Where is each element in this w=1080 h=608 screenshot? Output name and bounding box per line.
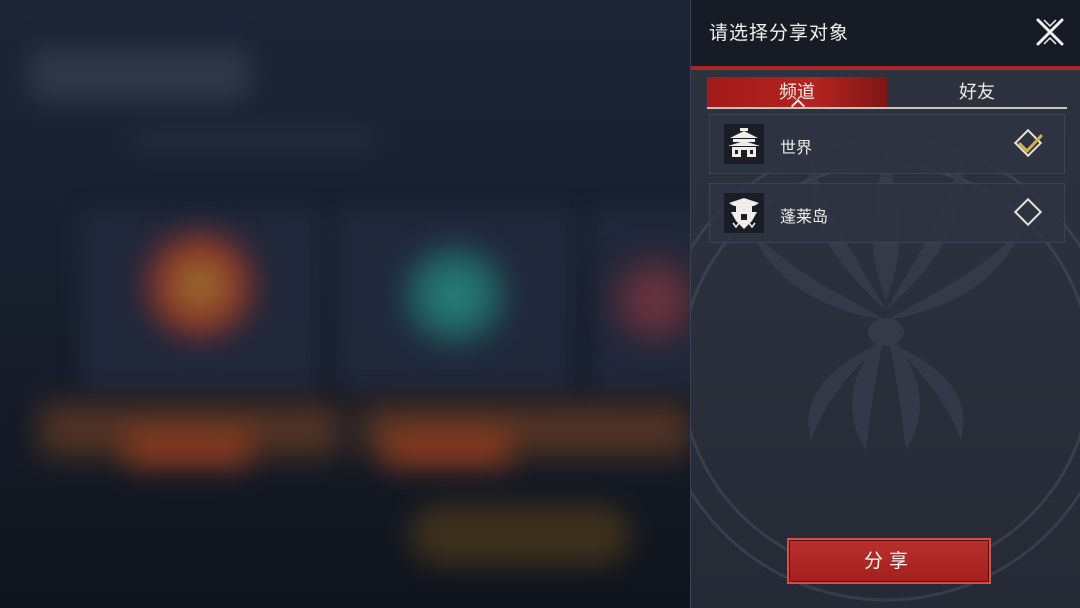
list-item-penglai-island[interactable]: 蓬莱岛 [709, 183, 1065, 243]
close-icon[interactable] [1035, 17, 1065, 47]
share-button[interactable]: 分享 [787, 538, 991, 584]
blurred-title [30, 50, 250, 100]
panel-title: 请选择分享对象 [709, 22, 850, 44]
blurred-emblem [610, 250, 690, 350]
panel-header: 请选择分享对象 [691, 0, 1080, 66]
share-panel: 请选择分享对象 频道 好友 世界 蓬莱岛 分享 [690, 0, 1080, 608]
diamond-checkbox[interactable] [1013, 197, 1043, 227]
background-game-screen [0, 0, 690, 608]
blurred-button [125, 430, 250, 468]
tab-underline [707, 107, 1067, 109]
channel-list: 世界 蓬莱岛 [709, 114, 1065, 252]
tab-bar: 频道 好友 [707, 77, 1067, 114]
blurred-emblem [140, 230, 260, 340]
blurred-subtitle [130, 130, 380, 148]
blurred-emblem [395, 245, 515, 345]
list-item-label: 蓬莱岛 [780, 207, 829, 226]
checkmark-icon [1018, 134, 1043, 154]
list-item-label: 世界 [780, 138, 813, 157]
island-temple-icon [724, 193, 764, 233]
blurred-button [385, 430, 510, 468]
pavilion-icon [724, 124, 764, 164]
blurred-pill [410, 505, 630, 565]
header-divider [691, 66, 1080, 70]
list-item-world[interactable]: 世界 [709, 114, 1065, 174]
tab-friends[interactable]: 好友 [887, 77, 1067, 107]
